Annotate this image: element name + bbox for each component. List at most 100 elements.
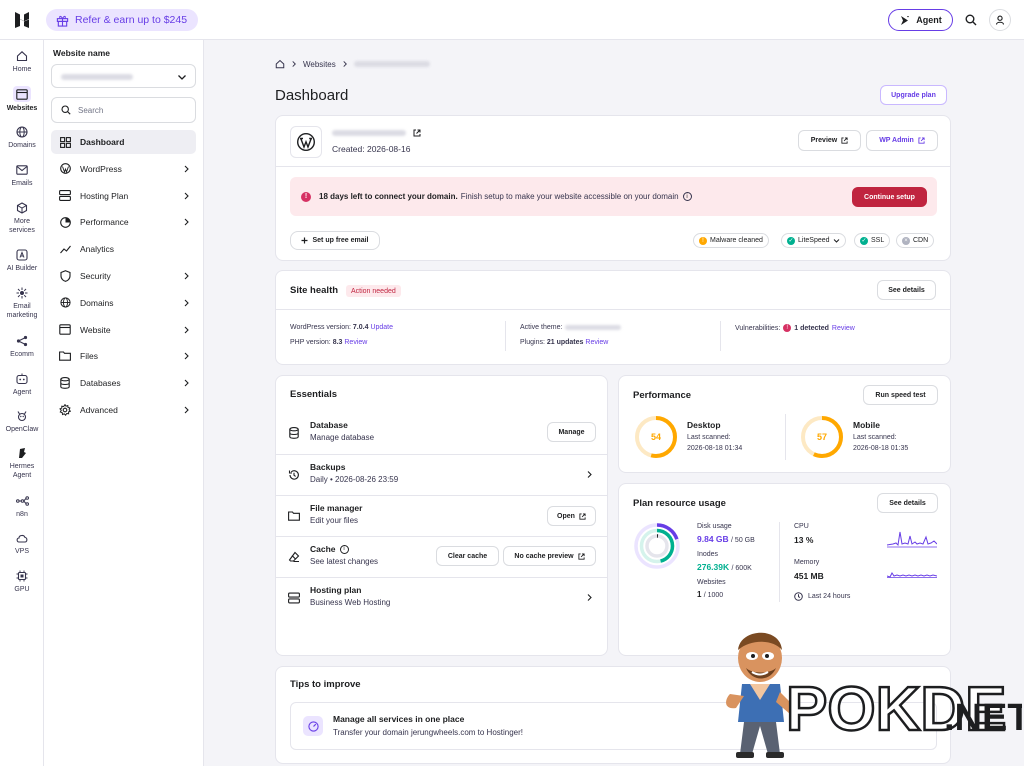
alert-text: Finish setup to make your website access… [460, 192, 679, 201]
clear-cache-button[interactable]: Clear cache [436, 546, 499, 566]
rail-item-vps[interactable]: VPS [0, 531, 44, 556]
external-link-icon [579, 512, 586, 520]
setup-free-email-button[interactable]: Set up free email [290, 231, 380, 250]
sidebar-item-wordpress[interactable]: WordPress [51, 157, 196, 181]
mail-icon [16, 165, 28, 175]
rail-item-home[interactable]: Home [0, 49, 44, 74]
chevron-right-icon [184, 272, 189, 280]
sidebar-item-website[interactable]: Website [51, 318, 196, 342]
essentials-row-hosting-plan[interactable]: Hosting plan Business Web Hosting [276, 577, 607, 618]
search-icon [61, 105, 71, 115]
essentials-row-database[interactable]: Database Manage database Manage [276, 413, 607, 454]
search-button[interactable] [960, 9, 982, 31]
account-button[interactable] [989, 9, 1011, 31]
ssl-badge[interactable]: ✓ SSL [854, 233, 891, 248]
malware-badge[interactable]: ! Malware cleaned [693, 233, 769, 248]
info-icon[interactable]: i [339, 544, 349, 554]
plugins-review-link[interactable]: Review [585, 339, 608, 346]
vps-icon [16, 534, 28, 543]
rail-item-emails[interactable]: Emails [0, 163, 44, 188]
rail-item-agent[interactable]: Agent [0, 372, 44, 397]
desktop-scanned-label: Last scanned: [687, 434, 731, 441]
sidebar-item-hosting-plan[interactable]: Hosting Plan [51, 184, 196, 208]
refer-earn-button[interactable]: Refer & earn up to $245 [46, 9, 199, 31]
memory-sparkline [887, 572, 937, 578]
resource-see-details-button[interactable]: See details [877, 493, 938, 513]
preview-button[interactable]: Preview [798, 130, 861, 151]
chevron-right-icon [184, 326, 189, 333]
rail-item-ecomm[interactable]: Ecomm [0, 334, 44, 359]
sidebar-item-label: Dashboard [80, 137, 125, 147]
folder-icon [288, 511, 300, 521]
chevron-right-icon [292, 61, 296, 67]
rail-item-more-services[interactable]: More services [0, 201, 44, 235]
continue-setup-button[interactable]: Continue setup [852, 187, 927, 207]
sidebar-search-input[interactable]: Search [51, 97, 196, 123]
chevron-right-icon [184, 165, 189, 173]
upgrade-plan-button[interactable]: Upgrade plan [880, 85, 947, 105]
check-icon: ✓ [860, 236, 868, 245]
preview-label: Preview [810, 137, 838, 144]
resource-rings-chart [634, 523, 680, 569]
websites-total: / 1000 [703, 592, 724, 599]
site-health-see-details-button[interactable]: See details [877, 280, 936, 300]
sidebar-item-databases[interactable]: Databases [51, 371, 196, 395]
rail-item-openclaw[interactable]: OpenClaw [0, 409, 44, 434]
globe-icon [59, 297, 71, 308]
database-icon [289, 427, 299, 439]
ssl-label: SSL [871, 237, 885, 244]
tip-icon-wrap [303, 716, 323, 736]
run-speed-test-button[interactable]: Run speed test [863, 385, 938, 405]
sidebar-item-dashboard[interactable]: Dashboard [51, 130, 196, 154]
rail-label: GPU [14, 586, 30, 593]
chevron-right-icon [184, 379, 189, 387]
sidebar-item-security[interactable]: Security [51, 264, 196, 288]
home-icon[interactable] [275, 59, 285, 69]
site-domain-redacted[interactable] [332, 130, 406, 136]
tip-text: Transfer your domain jerungwheels.com to… [333, 728, 524, 737]
wp-update-link[interactable]: Update [370, 324, 393, 331]
cdn-badge[interactable]: × CDN [896, 233, 935, 248]
website-selector[interactable] [51, 64, 196, 88]
essentials-row-file-manager[interactable]: File manager Edit your files Open [276, 495, 607, 536]
manage-database-button[interactable]: Manage [547, 422, 596, 442]
agent-icon [16, 373, 28, 385]
plugins-row: Plugins: 21 updates Review [520, 339, 608, 346]
sidebar-item-advanced[interactable]: Advanced [51, 398, 196, 422]
vulnerabilities-row: Vulnerabilities:! 1 detected Review [735, 324, 855, 332]
hosting-icon [288, 592, 300, 604]
php-review-link[interactable]: Review [344, 339, 367, 346]
rail-item-gpu[interactable]: GPU [0, 569, 44, 594]
external-link-icon[interactable] [413, 129, 421, 137]
agent-button[interactable]: Agent [888, 9, 953, 31]
alert-icon: ! [301, 191, 311, 202]
rail-item-email-marketing[interactable]: Email marketing [0, 286, 44, 320]
rail-item-hermes-agent[interactable]: Hermes Agent [0, 446, 44, 480]
no-cache-preview-button[interactable]: No cache preview [503, 546, 596, 566]
wp-admin-button[interactable]: WP Admin [866, 130, 938, 151]
breadcrumb-websites[interactable]: Websites [303, 60, 336, 69]
sidebar-item-files[interactable]: Files [51, 344, 196, 368]
cpu-value: 13 % [794, 535, 814, 545]
essentials-row-cache[interactable]: Cache i See latest changes Clear cache No… [276, 536, 607, 577]
essentials-row-backups[interactable]: Backups Daily • 2026-08-26 23:59 [276, 454, 607, 495]
rail-item-websites[interactable]: Websites [0, 86, 44, 113]
theme-name-redacted [565, 325, 622, 330]
alert-bold: 18 days left to connect your domain. [319, 192, 458, 201]
sidebar-item-performance[interactable]: Performance [51, 210, 196, 234]
litespeed-badge[interactable]: ✓ LiteSpeed [781, 233, 846, 248]
rail-item-n8n[interactable]: n8n [0, 494, 44, 519]
hostinger-logo[interactable] [12, 10, 32, 30]
essentials-row-title: Hosting plan [310, 585, 362, 595]
info-icon[interactable]: i [682, 192, 692, 201]
breadcrumb-site-redacted[interactable] [353, 61, 430, 67]
folder-icon [59, 351, 71, 362]
inodes-value: 276.39K [697, 562, 730, 572]
rail-item-domains[interactable]: Domains [0, 125, 44, 150]
sidebar-item-analytics[interactable]: Analytics [51, 237, 196, 261]
sidebar-item-domains[interactable]: Domains [51, 291, 196, 315]
rail-label: VPS [14, 548, 29, 555]
vulnerabilities-review-link[interactable]: Review [832, 325, 855, 332]
rail-item-ai-builder[interactable]: AI Builder [0, 248, 44, 273]
open-file-manager-button[interactable]: Open [547, 506, 596, 526]
